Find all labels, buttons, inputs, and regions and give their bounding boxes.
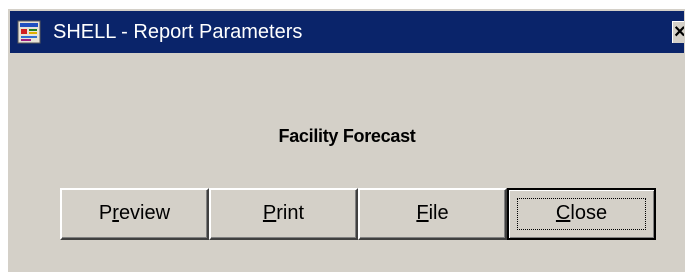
title-bar[interactable]: SHELL - Report Parameters × <box>10 11 684 53</box>
report-parameters-window: SHELL - Report Parameters × Facility For… <box>7 8 685 272</box>
close-label-mnemonic: C <box>555 202 571 224</box>
print-button[interactable]: Print <box>209 188 358 240</box>
file-button[interactable]: File <box>358 188 507 240</box>
preview-button[interactable]: Preview <box>60 188 209 240</box>
file-label-mnemonic: F <box>416 202 429 224</box>
print-label-post: rint <box>276 202 305 224</box>
report-app-icon <box>17 20 41 44</box>
window-title: SHELL - Report Parameters <box>53 21 303 43</box>
file-label-post: ile <box>428 202 449 224</box>
preview-label-post: eview <box>118 202 171 224</box>
report-heading: Facility Forecast <box>278 126 416 146</box>
print-label-mnemonic: P <box>262 202 277 224</box>
preview-label-mnemonic: r <box>112 202 119 224</box>
button-row: Preview Print File Close <box>60 188 656 240</box>
close-label-post: lose <box>570 202 608 224</box>
close-window-icon[interactable]: × <box>672 21 684 43</box>
preview-label-pre: P <box>98 202 113 224</box>
close-button[interactable]: Close <box>507 188 656 240</box>
